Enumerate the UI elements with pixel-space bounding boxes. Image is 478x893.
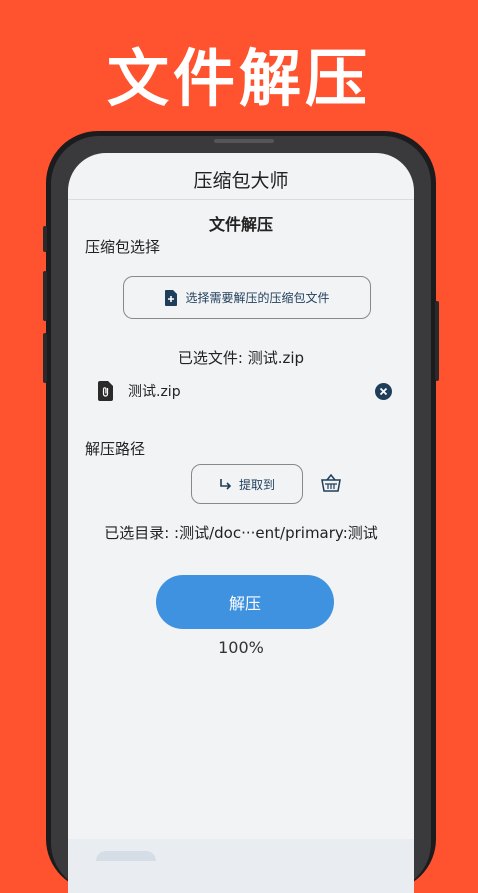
phone-volume-up <box>43 271 47 321</box>
extract-to-label: 提取到 <box>238 477 275 492</box>
unzip-label: 解压 <box>228 594 261 613</box>
unzip-button[interactable]: 解压 <box>156 575 334 629</box>
phone-speaker <box>214 139 274 143</box>
archive-section-label: 压缩包选择 <box>85 238 161 256</box>
extract-section-label: 解压路径 <box>85 440 146 458</box>
extract-to-button[interactable]: 提取到 <box>191 464 303 504</box>
app-title: 压缩包大师 <box>193 170 289 192</box>
file-name: 测试.zip <box>128 384 181 400</box>
bottom-bar <box>68 839 414 893</box>
selected-dir-text: 已选目录: :测试/doc···ent/primary:测试 <box>104 524 378 542</box>
phone-bezel: 压缩包大师 文件解压 压缩包选择 选择需要解压的压缩包文件 已选文件: 测试.z… <box>51 136 431 893</box>
progress-text: 100% <box>218 638 264 657</box>
basket-icon[interactable] <box>321 474 341 492</box>
select-archive-button[interactable]: 选择需要解压的压缩包文件 <box>123 276 371 319</box>
phone-volume-down <box>43 333 47 383</box>
banner-title: 文件解压 <box>106 42 371 115</box>
remove-file-icon[interactable] <box>375 383 392 400</box>
file-add-icon <box>165 289 178 306</box>
attachment-file-icon <box>98 381 113 401</box>
selected-file-text: 已选文件: 测试.zip <box>177 349 305 367</box>
bottom-tab-indicator <box>96 851 156 861</box>
selected-file-item: 测试.zip <box>98 379 398 405</box>
select-archive-label: 选择需要解压的压缩包文件 <box>185 291 330 305</box>
phone-silent-switch <box>43 226 47 252</box>
arrow-turn-right-icon <box>220 478 232 490</box>
page-title: 文件解压 <box>208 215 273 234</box>
phone-frame: 压缩包大师 文件解压 压缩包选择 选择需要解压的压缩包文件 已选文件: 测试.z… <box>43 131 439 893</box>
app-screen: 压缩包大师 文件解压 压缩包选择 选择需要解压的压缩包文件 已选文件: 测试.z… <box>68 153 414 893</box>
phone-power-button <box>435 301 439 381</box>
appbar-divider <box>68 199 414 200</box>
